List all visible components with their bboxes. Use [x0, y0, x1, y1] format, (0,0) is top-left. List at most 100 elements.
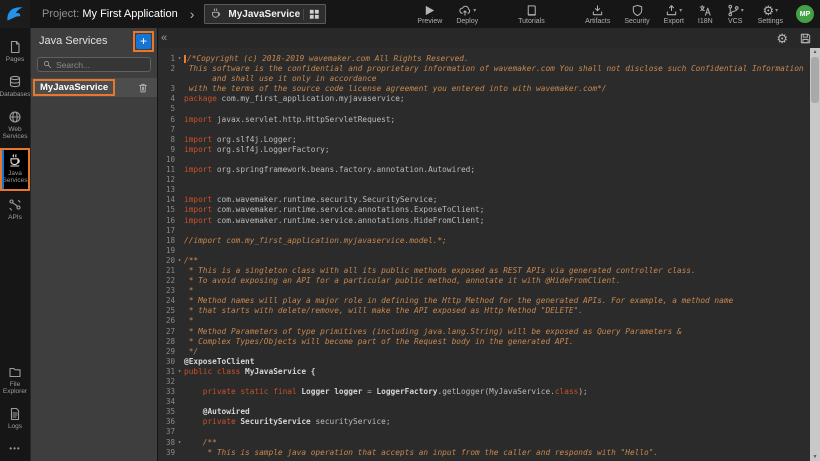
line-number: 35 [158, 407, 175, 417]
fold-arrow-icon[interactable]: ▾ [175, 438, 184, 448]
scroll-up-icon[interactable]: ▲ [813, 48, 818, 56]
chevron-down-icon: ▾ [775, 7, 778, 14]
i18n-button[interactable]: I18N [691, 4, 720, 25]
fold-spacer [175, 94, 184, 104]
export-button[interactable]: ▾ Export [657, 4, 691, 25]
breadcrumb-chevron-icon[interactable]: › [190, 6, 195, 22]
code-line: 30@ExposeToClient [158, 357, 808, 367]
chevron-down-icon: ▾ [679, 7, 682, 14]
code-line: and shall use it only in accordance [158, 74, 808, 84]
code-line: 3 with the terms of the source code lice… [158, 84, 808, 94]
code-line: 23 * [158, 286, 808, 296]
line-number: 16 [158, 216, 175, 226]
line-number: 21 [158, 266, 175, 276]
scroll-down-icon[interactable]: ▼ [813, 453, 818, 461]
save-button[interactable] [799, 32, 812, 45]
toolbar-right-actions: Artifacts Security ▾ Export I18N [578, 4, 820, 25]
folder-icon [8, 365, 22, 379]
line-number: 32 [158, 377, 175, 387]
sidebar-spacer [0, 229, 30, 361]
tab-myjavaservice[interactable]: MyJavaService [204, 4, 326, 24]
code-line: 8import org.slf4j.Logger; [158, 135, 808, 145]
book-icon [525, 4, 538, 17]
user-avatar[interactable]: MP [796, 5, 814, 23]
play-icon [423, 4, 436, 17]
line-number: 33 [158, 387, 175, 397]
line-number: 27 [158, 327, 175, 337]
deploy-button[interactable]: ▾ Deploy [449, 4, 485, 25]
service-list-item[interactable]: MyJavaService [31, 78, 157, 97]
line-number: 25 [158, 306, 175, 316]
line-number: 5 [158, 104, 175, 114]
more-options-icon[interactable]: ••• [0, 438, 30, 461]
code-line: 5 [158, 104, 808, 114]
sidebar-item-databases[interactable]: Databases [0, 71, 30, 103]
preview-button[interactable]: Preview [410, 4, 449, 25]
code-line: 38▾ /** [158, 438, 808, 448]
trash-icon [137, 82, 149, 94]
add-service-button[interactable]: + [136, 34, 151, 49]
line-number: 4 [158, 94, 175, 104]
scrollbar-thumb[interactable] [811, 57, 819, 103]
sidebar-item-apis[interactable]: APIs [0, 194, 30, 226]
shield-icon [631, 4, 644, 17]
fold-arrow-icon[interactable]: ▾ [175, 256, 184, 266]
left-icon-rail: Pages Databases Web Services Java Servic… [0, 28, 30, 461]
tab-label: MyJavaService [228, 9, 300, 20]
fold-spacer [175, 125, 184, 135]
code-line: 22 * To avoid exposing an API for a part… [158, 276, 808, 286]
fold-spacer [175, 205, 184, 215]
code-text: and shall use it only in accordance [184, 74, 376, 84]
line-number: 37 [158, 427, 175, 437]
fold-spacer [175, 175, 184, 185]
tutorials-button[interactable]: Tutorials [511, 4, 552, 25]
collapse-panel-icon[interactable]: « [161, 33, 167, 44]
sidebar-item-pages[interactable]: Pages [0, 36, 30, 68]
code-line: 34 [158, 397, 808, 407]
artifacts-button[interactable]: Artifacts [578, 4, 617, 25]
project-breadcrumb[interactable]: Project: My First Application [42, 8, 178, 20]
save-floppy-icon [799, 32, 812, 45]
line-number: 28 [158, 337, 175, 347]
line-number: 39 [158, 448, 175, 458]
sidebar-item-java-services[interactable]: Java Services [0, 148, 30, 191]
translate-icon [698, 4, 712, 17]
fold-spacer [175, 216, 184, 226]
vcs-button[interactable]: ▾ VCS [720, 4, 751, 25]
settings-button[interactable]: ⚙ ▾ Settings [751, 4, 790, 25]
sidebar-item-logs[interactable]: Logs [0, 403, 30, 435]
editor-settings-gear-icon[interactable]: ⚙ [776, 32, 788, 45]
code-text: import com.wavemaker.runtime.security.Se… [184, 195, 438, 205]
fold-arrow-icon[interactable]: ▾ [175, 367, 184, 377]
sidebar-item-file-explorer[interactable]: File Explorer [0, 361, 30, 400]
line-number: 19 [158, 246, 175, 256]
tab-grid-icon[interactable] [303, 9, 320, 20]
service-search[interactable] [37, 57, 151, 72]
line-number: 2 [158, 64, 175, 74]
fold-arrow-icon[interactable]: ▾ [175, 54, 184, 64]
code-text: package com.my_first_application.myjavas… [184, 94, 405, 104]
code-line: 7 [158, 125, 808, 135]
line-number: 17 [158, 226, 175, 236]
line-number: 13 [158, 185, 175, 195]
code-text: public class MyJavaService { [184, 367, 315, 377]
code-line: 28 * Complex Types/Objects will become p… [158, 337, 808, 347]
code-text: * To avoid exposing an API for a particu… [184, 276, 621, 286]
code-text: * Complex Types/Objects will become part… [184, 337, 574, 347]
editor-vertical-scrollbar[interactable]: ▲ ▼ [810, 48, 820, 461]
wavemaker-logo-icon[interactable] [0, 0, 30, 28]
search-input[interactable] [56, 60, 136, 70]
sidebar-item-web-services[interactable]: Web Services [0, 106, 30, 145]
code-area[interactable]: 1▾/*Copyright (c) 2018-2019 wavemaker.co… [158, 48, 820, 461]
code-line: 19 [158, 246, 808, 256]
code-text: import javax.servlet.http.HttpServletReq… [184, 115, 395, 125]
security-button[interactable]: Security [617, 4, 656, 25]
fold-spacer [175, 195, 184, 205]
fold-spacer [175, 84, 184, 94]
fold-spacer [175, 74, 184, 84]
main-area: Pages Databases Web Services Java Servic… [0, 28, 820, 461]
code-text: /*Copyright (c) 2018-2019 wavemaker.com … [184, 54, 469, 64]
delete-service-button[interactable] [137, 82, 149, 94]
code-line: 24 * Method names will play a major role… [158, 296, 808, 306]
code-text: * [184, 286, 193, 296]
